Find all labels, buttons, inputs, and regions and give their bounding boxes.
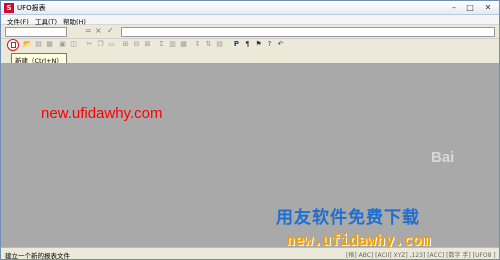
- print-preview-icon[interactable]: ◫: [69, 40, 78, 49]
- chart-icon[interactable]: ▥: [168, 40, 177, 49]
- baidu-watermark: Bai: [431, 149, 455, 166]
- sort-icon[interactable]: ↕: [193, 40, 202, 49]
- insert-column-icon[interactable]: ⊟: [132, 40, 141, 49]
- minimize-button[interactable]: –: [447, 2, 461, 13]
- app-window: S UFO报表 – □ ✕ 文件(F) 工具(T) 帮助(H) = × ✓ 📂 …: [0, 0, 500, 260]
- print-icon[interactable]: ▣: [58, 40, 67, 49]
- filter-icon[interactable]: ⇅: [204, 40, 213, 49]
- sum-icon[interactable]: Σ: [157, 40, 166, 49]
- formula-cancel-button[interactable]: ×: [95, 26, 102, 35]
- cell-reference-input[interactable]: [5, 27, 67, 37]
- window-title: UFO报表: [17, 4, 46, 12]
- open-folder-icon[interactable]: 📂: [23, 40, 32, 49]
- paste-icon[interactable]: ▭: [107, 40, 116, 49]
- format-icon[interactable]: ⊠: [143, 40, 152, 49]
- undo-icon[interactable]: ↶: [276, 40, 285, 49]
- cut-icon[interactable]: ✂: [85, 40, 94, 49]
- p-icon[interactable]: P: [232, 40, 241, 49]
- bookmark-icon[interactable]: ⚑: [254, 40, 263, 49]
- save-icon[interactable]: ▤: [34, 40, 43, 49]
- formula-input[interactable]: [121, 27, 495, 37]
- menu-bar: 文件(F) 工具(T) 帮助(H): [1, 15, 499, 26]
- status-indicators: [格] ABC] [ACII] XYZ] ,123] [ACC] [数字 手] …: [346, 252, 496, 259]
- status-message: 建立一个新的报表文件: [5, 252, 70, 260]
- close-button[interactable]: ✕: [481, 2, 495, 13]
- app-logo-icon: S: [4, 3, 14, 13]
- toolbar: 📂 ▤ ▦ ▣ ◫ ✂ ❐ ▭ ⊞ ⊟ ⊠ Σ ▥ ▦ ↕ ⇅ ▤ P ¶ ⚑ …: [1, 39, 499, 51]
- formula-bar: = × ✓: [1, 25, 499, 39]
- status-bar: 建立一个新的报表文件 [格] ABC] [ACII] XYZ] ,123] [A…: [1, 247, 499, 260]
- tool-icon[interactable]: ¶: [243, 40, 252, 49]
- title-bar: S UFO报表 – □ ✕: [1, 1, 499, 15]
- maximize-button[interactable]: □: [463, 2, 477, 13]
- insert-row-icon[interactable]: ⊞: [121, 40, 130, 49]
- new-file-button[interactable]: [7, 39, 19, 51]
- formula-confirm-button[interactable]: ✓: [107, 26, 114, 35]
- promo-chinese-text: 用友软件免费下载: [276, 208, 420, 228]
- workspace-area: [1, 63, 499, 247]
- site-url-watermark: new.ufidawhy.com: [41, 105, 163, 122]
- table-icon[interactable]: ▦: [179, 40, 188, 49]
- copy-icon[interactable]: ❐: [96, 40, 105, 49]
- formula-equals-button[interactable]: =: [85, 26, 92, 35]
- help-pointer-icon[interactable]: ?: [265, 40, 274, 49]
- grid-icon[interactable]: ▤: [215, 40, 224, 49]
- save-as-icon[interactable]: ▦: [45, 40, 54, 49]
- new-file-icon: [11, 42, 16, 48]
